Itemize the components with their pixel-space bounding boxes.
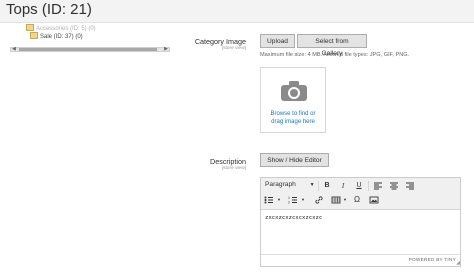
- wysiwyg-editor: Paragraph ▼ B I U ▼ 12 ▼ ▼ Ω zxcxzcxzcxc…: [260, 177, 461, 267]
- upload-help-text: Maximum file size: 4 MB. Allowed file ty…: [260, 52, 410, 58]
- horizontal-scrollbar[interactable]: ◀ ▶: [10, 46, 170, 52]
- image-icon[interactable]: [369, 195, 379, 205]
- category-image-scope: [store view]: [221, 46, 246, 51]
- folder-icon: [26, 24, 34, 31]
- align-right-icon[interactable]: [405, 181, 415, 191]
- align-left-icon[interactable]: [373, 181, 383, 191]
- bold-icon[interactable]: B: [322, 181, 332, 191]
- resize-handle-icon[interactable]: ◢: [456, 260, 460, 266]
- bullet-list-icon[interactable]: [264, 195, 274, 205]
- show-hide-editor-button[interactable]: Show / Hide Editor: [260, 153, 329, 167]
- page-header: Tops (ID: 21): [0, 0, 474, 23]
- browse-link[interactable]: Browse to find or drag image here: [261, 110, 325, 126]
- upload-button[interactable]: Upload: [260, 34, 295, 48]
- format-select[interactable]: Paragraph ▼: [265, 181, 315, 188]
- link-icon[interactable]: [314, 195, 324, 205]
- numbered-list-icon[interactable]: 12: [288, 195, 298, 205]
- image-upload-dropzone[interactable]: Browse to find or drag image here: [260, 67, 326, 133]
- tree-item-label: Sale (ID: 37) (0): [40, 34, 83, 40]
- chevron-down-icon[interactable]: ▼: [298, 195, 308, 205]
- scroll-right-icon[interactable]: ▶: [164, 46, 168, 52]
- page-title: Tops (ID: 21): [6, 1, 92, 18]
- special-char-icon[interactable]: Ω: [352, 195, 362, 205]
- underline-icon[interactable]: U: [354, 181, 364, 191]
- chevron-down-icon: ▼: [309, 182, 315, 188]
- tree-item-faded[interactable]: Accessories (ID: 5) (0): [26, 24, 96, 32]
- editor-statusbar: POWERED BY TINY ◢: [261, 254, 460, 266]
- powered-by-text[interactable]: POWERED BY TINY: [409, 257, 456, 262]
- toolbar-divider: [318, 181, 319, 191]
- camera-icon: [281, 81, 307, 101]
- category-image-label: Category Image: [194, 37, 246, 46]
- svg-text:1: 1: [288, 196, 290, 200]
- description-label: Description: [210, 157, 246, 166]
- toolbar-divider: [368, 181, 369, 191]
- description-scope: [store view]: [221, 166, 246, 171]
- align-center-icon[interactable]: [389, 181, 399, 191]
- select-from-gallery-button[interactable]: Select from Gallery: [297, 34, 367, 57]
- svg-text:2: 2: [288, 201, 290, 205]
- editor-content[interactable]: zxcxzcxzcxcxzcxzc: [265, 215, 322, 221]
- tree-item-sale[interactable]: Sale (ID: 37) (0): [30, 32, 83, 40]
- folder-icon: [30, 32, 38, 39]
- chevron-down-icon[interactable]: ▼: [340, 195, 350, 205]
- scrollbar-thumb[interactable]: [19, 48, 157, 51]
- chevron-down-icon[interactable]: ▼: [274, 195, 284, 205]
- editor-toolbar: Paragraph ▼ B I U ▼ 12 ▼ ▼ Ω: [261, 178, 460, 210]
- scroll-left-icon[interactable]: ◀: [12, 46, 16, 52]
- italic-icon[interactable]: I: [338, 181, 348, 191]
